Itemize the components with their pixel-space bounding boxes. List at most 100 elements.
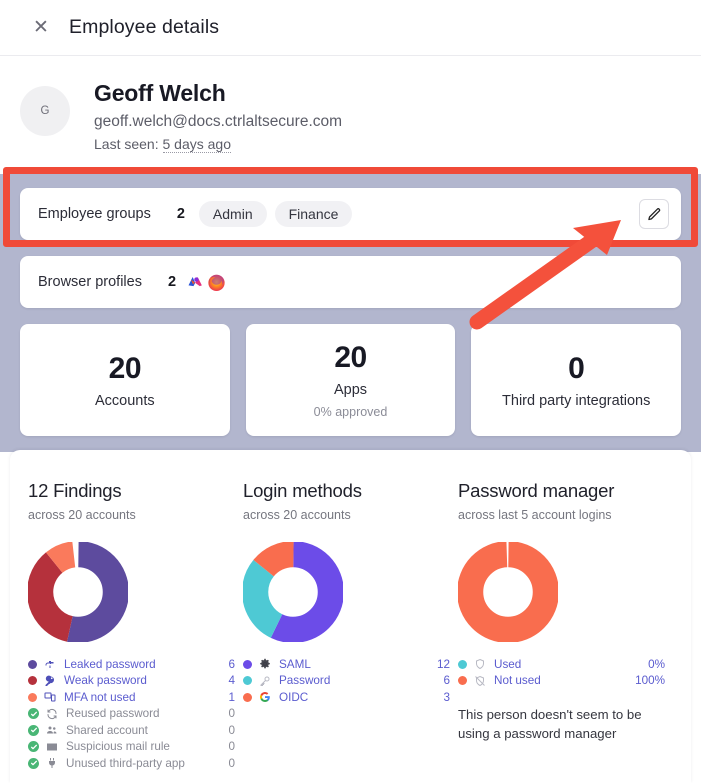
legend-label: Used xyxy=(494,657,522,671)
slice-mfa-not-used xyxy=(27,541,129,643)
legend-item[interactable]: Not used 100% xyxy=(458,673,665,690)
group-chip-finance[interactable]: Finance xyxy=(274,201,353,227)
employee-groups-label: Employee groups xyxy=(38,206,151,222)
people-icon xyxy=(46,724,61,736)
tile-apps-sub: 0% approved xyxy=(313,405,388,419)
stat-tiles: 20 Accounts 20 Apps 0% approved 0 Third … xyxy=(20,324,682,436)
employee-groups-chips: Admin Finance xyxy=(198,201,353,227)
slice-not-used xyxy=(457,541,559,643)
legend-item[interactable]: Weak password 4 xyxy=(28,673,235,690)
legend-label: Unused third-party app xyxy=(66,756,185,770)
gear-icon xyxy=(259,658,274,670)
password-manager-title: Password manager xyxy=(458,480,615,501)
shield-icon xyxy=(474,658,489,670)
identity-block: G Geoff Welch geoff.welch@docs.ctrlaltse… xyxy=(0,56,701,174)
legend-value: 0 xyxy=(228,723,235,737)
tile-apps[interactable]: 20 Apps 0% approved xyxy=(245,324,456,436)
legend-swatch xyxy=(458,676,467,686)
legend-value: 0 xyxy=(228,756,235,770)
legend-label: Not used xyxy=(494,674,541,688)
tile-accounts-label: Accounts xyxy=(95,392,155,409)
browser-profiles-count: 2 xyxy=(167,274,177,290)
groups-edit-button[interactable] xyxy=(639,199,669,229)
charts-panel: 12 Findings across 20 accounts Leaked pa… xyxy=(10,450,691,783)
browser-profiles-row: Browser profiles 2 xyxy=(20,256,681,308)
key-icon xyxy=(44,675,59,687)
login-methods-donut xyxy=(242,541,450,643)
envelope-icon xyxy=(46,741,61,753)
group-chip-admin[interactable]: Admin xyxy=(198,201,267,227)
legend-value: 1 xyxy=(228,690,235,704)
firefox-icon xyxy=(208,274,225,291)
faucet-icon xyxy=(44,658,59,670)
legend-item[interactable]: SAML 12 xyxy=(243,656,450,673)
plug-icon xyxy=(46,757,61,769)
tile-accounts[interactable]: 20 Accounts xyxy=(20,324,230,436)
legend-swatch xyxy=(28,692,37,702)
legend-item[interactable]: Unused third-party app 0 xyxy=(28,755,235,772)
legend-item[interactable]: Password 6 xyxy=(243,673,450,690)
legend-label: Suspicious mail rule xyxy=(66,740,170,754)
tile-third-party-value: 0 xyxy=(568,351,585,385)
password-manager-donut xyxy=(457,541,665,643)
legend-item[interactable]: Leaked password 6 xyxy=(28,656,235,673)
login-methods-legend: SAML 12 Password 6 OIDC 3 xyxy=(243,656,450,706)
check-icon xyxy=(28,708,39,720)
tile-third-party-integrations[interactable]: 0 Third party integrations xyxy=(471,324,682,436)
check-icon xyxy=(28,741,39,753)
employee-groups-count: 2 xyxy=(176,206,185,222)
shield-off-icon xyxy=(474,675,489,687)
pencil-icon xyxy=(647,207,660,220)
legend-item[interactable]: OIDC 3 xyxy=(243,689,450,706)
password-manager-subtitle: across last 5 account logins xyxy=(458,508,612,522)
tile-apps-label: Apps xyxy=(333,382,368,398)
findings-legend: Leaked password 6 Weak password 4 MFA no… xyxy=(28,656,235,772)
login-methods-title: Login methods xyxy=(243,480,362,501)
legend-swatch xyxy=(243,692,252,702)
close-icon[interactable]: ✕ xyxy=(24,18,58,37)
findings-title: 12 Findings xyxy=(28,480,122,501)
legend-value: 3 xyxy=(443,690,450,704)
avatar: G xyxy=(20,86,70,136)
findings-subtitle: across 20 accounts xyxy=(28,508,136,522)
legend-label: Shared account xyxy=(66,723,148,737)
password-manager-note: This person doesn't seem to be using a p… xyxy=(458,707,642,742)
login-methods-column: Login methods across 20 accounts SAML 12… xyxy=(242,480,458,783)
legend-label: Reused password xyxy=(66,707,160,721)
last-seen-value[interactable]: 5 days ago xyxy=(162,136,231,153)
employee-name: Geoff Welch xyxy=(94,80,226,106)
employee-groups-row: Employee groups 2 Admin Finance xyxy=(20,188,681,240)
legend-item[interactable]: MFA not used 1 xyxy=(28,689,235,706)
legend-item[interactable]: Shared account 0 xyxy=(28,722,235,739)
legend-label: Weak password xyxy=(64,674,147,688)
legend-item[interactable]: Used 0% xyxy=(458,656,665,673)
legend-label: OIDC xyxy=(279,690,309,704)
legend-label: SAML xyxy=(279,657,311,671)
legend-label: MFA not used xyxy=(64,690,136,704)
login-methods-subtitle: across 20 accounts xyxy=(243,508,351,522)
legend-value: 0% xyxy=(648,657,665,671)
tile-accounts-value: 20 xyxy=(108,351,142,385)
google-g-icon xyxy=(259,691,274,703)
legend-swatch xyxy=(243,676,252,686)
legend-value: 6 xyxy=(443,674,450,688)
employee-email: geoff.welch@docs.ctrlaltsecure.com xyxy=(94,113,343,130)
legend-value: 12 xyxy=(436,657,450,671)
findings-donut xyxy=(27,541,235,643)
page-title: Employee details xyxy=(69,16,220,38)
legend-value: 4 xyxy=(228,674,235,688)
legend-value: 0 xyxy=(228,707,235,721)
legend-item[interactable]: Reused password 0 xyxy=(28,706,235,723)
browser-profiles-label: Browser profiles xyxy=(38,274,142,290)
findings-column: 12 Findings across 20 accounts Leaked pa… xyxy=(27,480,243,783)
last-seen-label: Last seen: xyxy=(94,136,159,152)
legend-value: 100% xyxy=(635,674,665,688)
legend-swatch xyxy=(28,676,37,686)
tile-third-party-label: Third party integrations xyxy=(502,392,651,409)
legend-label: Leaked password xyxy=(64,657,156,671)
tile-apps-value: 20 xyxy=(334,341,367,374)
arc-browser-icon xyxy=(188,277,202,287)
legend-swatch xyxy=(458,659,467,669)
legend-item[interactable]: Suspicious mail rule 0 xyxy=(28,739,235,756)
slice-oidc xyxy=(242,541,344,643)
